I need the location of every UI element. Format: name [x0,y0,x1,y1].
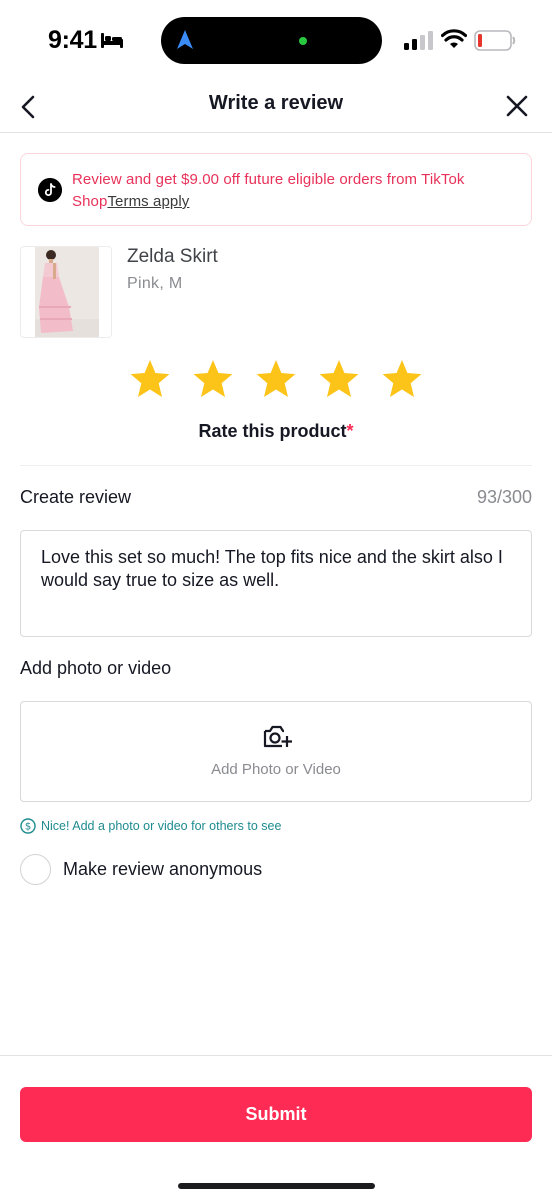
star-icon-2[interactable] [192,358,234,400]
star-icon-4[interactable] [318,358,360,400]
product-name: Zelda Skirt [127,246,218,267]
promo-text: Review and get $9.00 off future eligible… [72,169,522,213]
anonymous-label: Make review anonymous [63,859,263,879]
wifi-icon [441,29,467,48]
product-thumbnail [20,246,112,338]
footer-divider [0,1055,552,1056]
submit-button[interactable]: Submit [20,1087,532,1142]
coin-icon: $ [20,818,36,834]
required-mark: * [346,421,354,441]
star-rating [129,358,425,400]
star-icon-1[interactable] [129,358,171,400]
signal-icon [404,31,433,50]
status-time: 9:41 [48,26,97,54]
character-counter: 93/300 [476,487,532,507]
divider [20,465,532,466]
bed-icon [101,33,123,48]
promo-banner: Review and get $9.00 off future eligible… [20,153,532,226]
add-photo-video-button[interactable]: Add Photo or Video [20,701,532,802]
create-review-label: Create review [20,487,132,507]
battery-icon [474,30,516,51]
svg-text:$: $ [25,822,31,833]
rate-label-text: Rate this product [198,421,347,441]
star-icon-3[interactable] [255,358,297,400]
close-icon[interactable] [503,92,531,120]
product-image [35,247,99,337]
anonymous-radio[interactable] [20,854,51,885]
star-icon-5[interactable] [381,358,423,400]
product-variant: Pink, M [127,275,183,292]
home-indicator [178,1183,375,1189]
add-photo-label: Add Photo or Video [211,761,341,778]
dynamic-island [161,17,382,64]
rate-product-label: Rate this product* [0,421,552,442]
location-arrow-icon [177,30,193,49]
tiktok-logo-icon [38,178,62,202]
media-tip-text: Nice! Add a photo or video for others to… [41,819,282,833]
status-bar: 9:41 [0,0,552,84]
review-textarea[interactable]: Love this set so much! The top fits nice… [20,530,532,637]
anonymous-toggle[interactable]: Make review anonymous [20,854,320,886]
page-title: Write a review [208,92,344,114]
camera-plus-icon [263,725,292,748]
header: Write a review [0,84,552,133]
camera-indicator-dot [299,37,307,45]
terms-link[interactable]: Terms apply [107,193,189,210]
add-media-label: Add photo or video [20,658,172,678]
